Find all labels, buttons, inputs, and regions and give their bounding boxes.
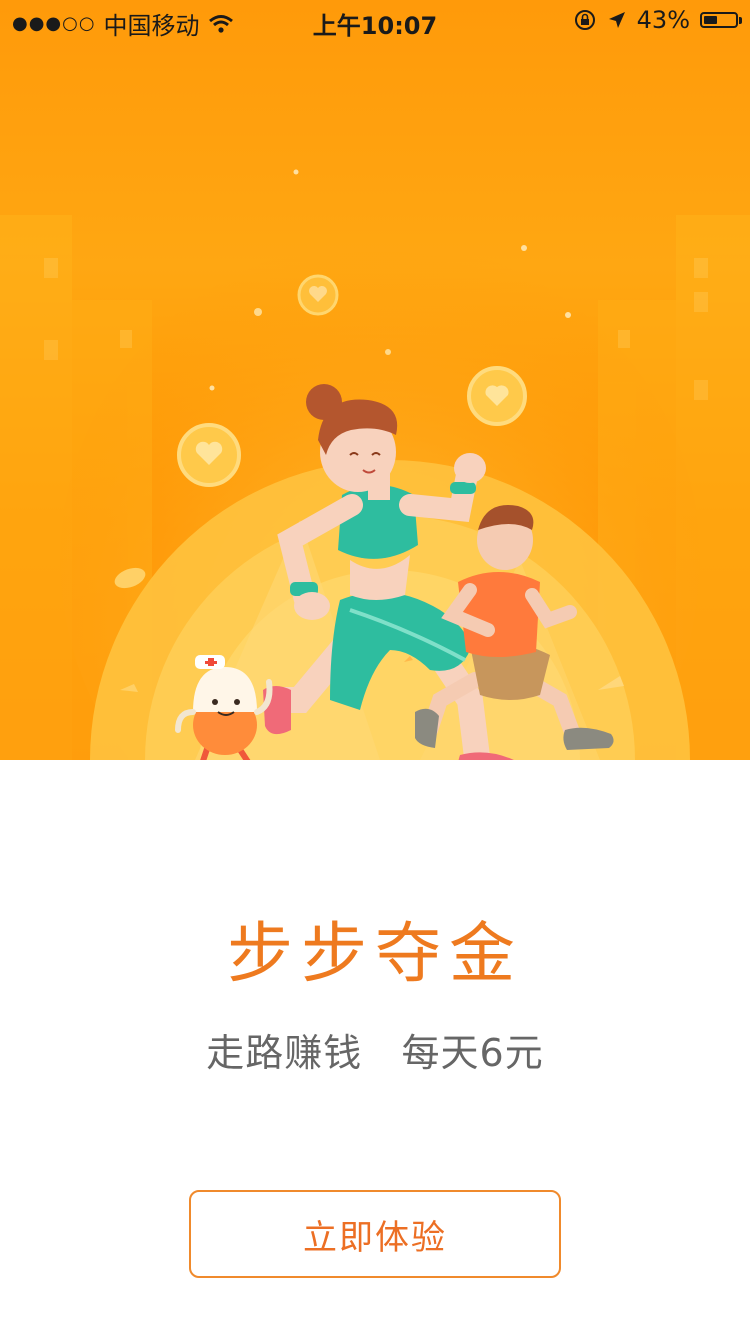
page-title: 步步夺金: [227, 915, 523, 992]
status-bar: ●●●○○ 中国移动 上午10:07 43%: [0, 0, 750, 40]
battery-icon: [700, 12, 742, 28]
coin-icon: [467, 366, 527, 426]
hero-banner: ●●●○○ 中国移动 上午10:07 43%: [0, 0, 750, 760]
coin-icon: [177, 423, 241, 487]
battery-percent: 43%: [636, 6, 690, 34]
hero-illustration: [0, 169, 750, 760]
orientation-lock-icon: [574, 10, 595, 30]
page-subtitle: 走路赚钱 每天6元: [206, 1031, 544, 1075]
battery-level: [704, 16, 717, 24]
coin-icon: [297, 274, 339, 316]
try-now-button[interactable]: 立即体验: [189, 1190, 561, 1278]
status-bar-right: 43%: [573, 6, 742, 34]
location-icon: [608, 12, 625, 28]
try-now-button-label: 立即体验: [303, 1217, 447, 1258]
